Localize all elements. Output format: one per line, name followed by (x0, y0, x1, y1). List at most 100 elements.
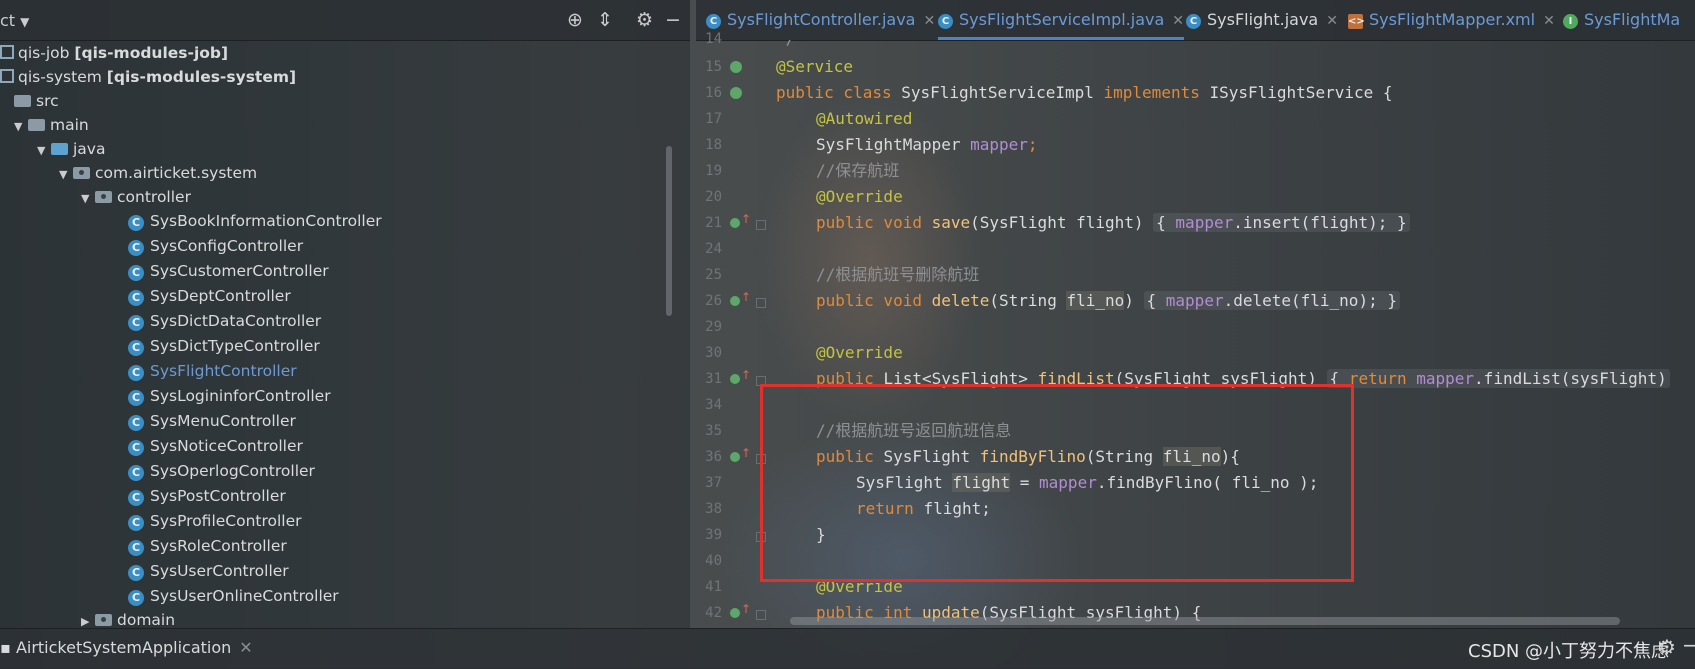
line-number: 17 (705, 111, 722, 127)
tree-class-item[interactable]: C SysPostController (128, 484, 286, 508)
tree-label: SysFlightController (150, 362, 297, 380)
class-icon: C (128, 540, 144, 556)
project-scrollbar[interactable] (666, 146, 672, 316)
hide-panel-icon[interactable]: − (1682, 633, 1695, 657)
expand-arrow-icon[interactable]: ▼ (37, 139, 51, 163)
line-number: 34 (705, 397, 722, 413)
folder-icon (14, 95, 31, 107)
tree-label: SysPostController (150, 487, 286, 505)
implements-method-icon[interactable] (730, 446, 751, 462)
expand-arrow-icon[interactable]: ▼ (59, 163, 73, 187)
tree-class-item[interactable]: C SysOperlogController (128, 459, 315, 483)
hide-panel-icon[interactable]: − (665, 9, 681, 31)
tab-sysflightmapper-interface[interactable]: I SysFlightMa (1563, 0, 1680, 40)
tree-class-item[interactable]: C SysProfileController (128, 509, 302, 533)
project-tree: qis-job [qis-modules-job] qis-system [qi… (0, 40, 690, 628)
tree-package-system[interactable]: ▼ com.airticket.system (59, 161, 257, 185)
tree-class-item[interactable]: C SysDeptController (128, 284, 291, 308)
gear-icon[interactable]: ⚙ (1658, 635, 1676, 659)
fold-toggle-icon[interactable] (756, 298, 766, 308)
interface-icon: I (1563, 14, 1578, 29)
tree-label: domain (117, 611, 176, 628)
tree-label: SysLogininforController (150, 387, 331, 405)
code-line: public void delete(String fli_no) { mapp… (816, 288, 1400, 314)
implements-method-icon[interactable] (730, 368, 751, 384)
tab-label: SysFlightController.java (727, 10, 916, 29)
tree-class-item[interactable]: C SysBookInformationController (128, 209, 382, 233)
tree-class-item[interactable]: C SysCustomerController (128, 259, 329, 283)
tab-sysflight[interactable]: C SysFlight.java ✕ (1186, 0, 1338, 40)
gear-icon[interactable]: ⚙ (636, 9, 653, 31)
tab-sysflightmapper-xml[interactable]: <> SysFlightMapper.xml ✕ (1348, 0, 1555, 40)
close-icon[interactable]: ✕ (1172, 13, 1184, 29)
code-line: SysFlightMapper mapper; (816, 135, 1038, 154)
module-icon (0, 69, 14, 83)
spring-bean-icon[interactable] (730, 61, 742, 73)
tree-class-item[interactable]: C SysNoticeController (128, 434, 303, 458)
collapsed-arrow-icon[interactable]: ▶ (81, 610, 95, 628)
class-icon: C (938, 14, 953, 29)
line-number: 20 (705, 189, 722, 205)
tree-class-item[interactable]: C SysRoleController (128, 534, 287, 558)
tree-label: SysCustomerController (150, 262, 329, 280)
tree-label: SysBookInformationController (150, 212, 382, 230)
spring-bean-icon[interactable] (730, 87, 742, 99)
code-comment: //根据航班号删除航班 (816, 265, 980, 284)
class-icon: C (128, 390, 144, 406)
line-number: 41 (705, 579, 722, 595)
line-number: 18 (705, 137, 722, 153)
line-number: 24 (705, 241, 722, 257)
close-icon[interactable]: ✕ (239, 638, 252, 657)
close-icon[interactable]: ✕ (1543, 13, 1555, 29)
tree-class-item[interactable]: C SysUserController (128, 559, 289, 583)
line-number: 36 (705, 449, 722, 465)
line-number: 35 (705, 423, 722, 439)
tree-label: controller (117, 188, 191, 206)
tree-package-controller[interactable]: ▼ controller (81, 185, 191, 209)
close-icon[interactable]: ✕ (1326, 13, 1338, 29)
package-icon (95, 614, 112, 626)
class-icon: C (128, 340, 144, 356)
implements-method-icon[interactable] (730, 602, 751, 618)
source-folder-icon (51, 143, 68, 155)
tree-label: SysProfileController (150, 512, 302, 530)
collapse-all-icon[interactable]: ⇕ (597, 9, 613, 31)
tree-class-item[interactable]: C SysLogininforController (128, 384, 331, 408)
red-highlight-box (760, 384, 1354, 582)
tree-class-item[interactable]: C SysMenuController (128, 409, 296, 433)
expand-arrow-icon[interactable]: ▼ (14, 115, 28, 139)
expand-arrow-icon[interactable]: ▼ (81, 187, 95, 211)
locate-icon[interactable]: ⊕ (567, 9, 583, 31)
chevron-down-icon[interactable]: ▼ (20, 15, 29, 29)
tree-module-qis-job[interactable]: qis-job [qis-modules-job] (0, 41, 228, 65)
class-icon: C (128, 265, 144, 281)
line-number: 38 (705, 501, 722, 517)
tree-class-item[interactable]: C SysDictTypeController (128, 334, 320, 358)
close-icon[interactable]: ✕ (923, 13, 935, 29)
line-number: 29 (705, 319, 722, 335)
tree-folder-main[interactable]: ▼ main (14, 113, 89, 137)
tree-class-item[interactable]: C SysConfigController (128, 234, 303, 258)
project-title[interactable]: ct ▼ (0, 11, 29, 30)
tree-class-item[interactable]: C SysUserOnlineController (128, 584, 339, 608)
fold-toggle-icon[interactable] (756, 610, 766, 620)
tree-class-item[interactable]: C SysDictDataController (128, 309, 321, 333)
line-number: 39 (705, 527, 722, 543)
tree-folder-src[interactable]: src (14, 89, 59, 113)
tree-folder-java[interactable]: ▼ java (37, 137, 105, 161)
watermark-text: CSDN @小丁努力不焦虑 (1468, 641, 1670, 662)
tab-sysflightserviceimpl[interactable]: C SysFlightServiceImpl.java ✕ (938, 0, 1185, 40)
tab-sysflightcontroller[interactable]: C SysFlightController.java ✕ (706, 0, 935, 40)
implements-method-icon[interactable] (730, 290, 751, 306)
run-tab[interactable]: ▪ AirticketSystemApplication ✕ (0, 638, 253, 657)
implements-method-icon[interactable] (730, 212, 751, 228)
editor-horizontal-scrollbar[interactable] (790, 617, 1620, 625)
tab-label: SysFlightMapper.xml (1369, 10, 1536, 29)
fold-toggle-icon[interactable] (756, 220, 766, 230)
tree-module-qis-system[interactable]: qis-system [qis-modules-system] (0, 65, 296, 89)
package-icon (95, 191, 112, 203)
class-icon: C (128, 290, 144, 306)
tree-class-item-selected[interactable]: C SysFlightController (128, 359, 297, 383)
project-panel: ct ▼ ⊕ ⇕ ⚙ − qis-job [qis-modules-job] q… (0, 0, 690, 628)
tree-package-domain[interactable]: ▶ domain (81, 608, 175, 628)
